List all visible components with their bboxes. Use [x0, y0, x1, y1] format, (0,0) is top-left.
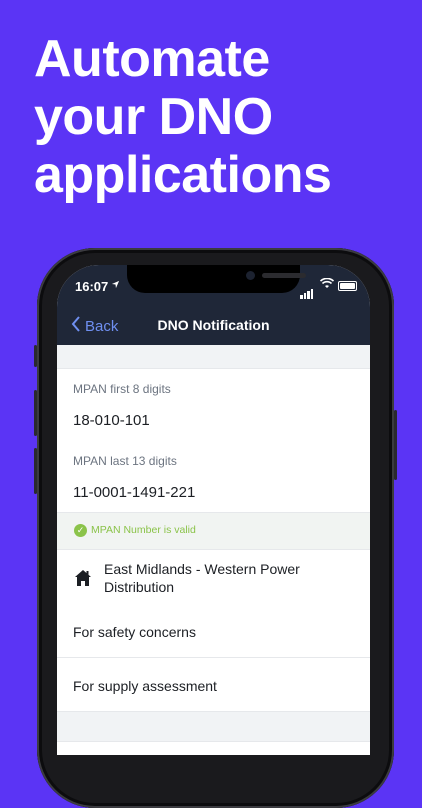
navigation-bar: 16:07 Back DNO Notification: [57, 265, 370, 345]
phone-volume-down: [34, 448, 37, 494]
check-circle-icon: ✓: [74, 524, 87, 537]
page-title: DNO Notification: [157, 317, 270, 333]
phone-screen: 16:07 Back DNO Notification MPAN first 8…: [57, 265, 370, 755]
status-time: 16:07: [75, 279, 109, 294]
mpan-last-label: MPAN last 13 digits: [73, 454, 177, 468]
wifi-icon: [319, 277, 335, 292]
camera-dot: [246, 271, 255, 280]
next-section-row: [57, 741, 370, 755]
dno-name: East Midlands - Western Power Distributi…: [104, 560, 344, 596]
notch: [127, 265, 306, 293]
headline: Automate your DNO applications: [34, 30, 414, 204]
headline-line-3: applications: [34, 146, 332, 204]
dno-name-line-2: Distribution: [104, 579, 175, 595]
validation-message: ✓ MPAN Number is valid: [57, 513, 370, 549]
option-label: For supply assessment: [73, 678, 217, 694]
phone-side-button: [34, 345, 37, 367]
validation-text: MPAN Number is valid: [91, 524, 196, 536]
option-supply-assessment[interactable]: For supply assessment: [57, 658, 370, 712]
location-arrow-icon: [111, 280, 120, 292]
mpan-first-field[interactable]: MPAN first 8 digits 18-010-101: [57, 368, 370, 442]
house-icon: [74, 569, 92, 587]
phone-volume-up: [34, 390, 37, 436]
mpan-last-value[interactable]: 11-0001-1491-221: [73, 484, 195, 501]
headline-line-1: Automate: [34, 30, 270, 88]
headline-line-2: your DNO: [34, 88, 273, 146]
mpan-last-field[interactable]: MPAN last 13 digits 11-0001-1491-221: [57, 441, 370, 513]
option-label: For safety concerns: [73, 624, 196, 640]
battery-icon: [338, 281, 357, 291]
speaker: [262, 273, 306, 278]
cellular-signal-icon: [300, 281, 314, 299]
dno-name-line-1: East Midlands - Western Power: [104, 561, 300, 577]
mpan-first-value[interactable]: 18-010-101: [73, 412, 150, 429]
option-safety-concerns[interactable]: For safety concerns: [57, 604, 370, 658]
dno-row[interactable]: East Midlands - Western Power Distributi…: [57, 549, 370, 605]
mpan-first-label: MPAN first 8 digits: [73, 382, 171, 396]
phone-power-button: [394, 410, 397, 480]
